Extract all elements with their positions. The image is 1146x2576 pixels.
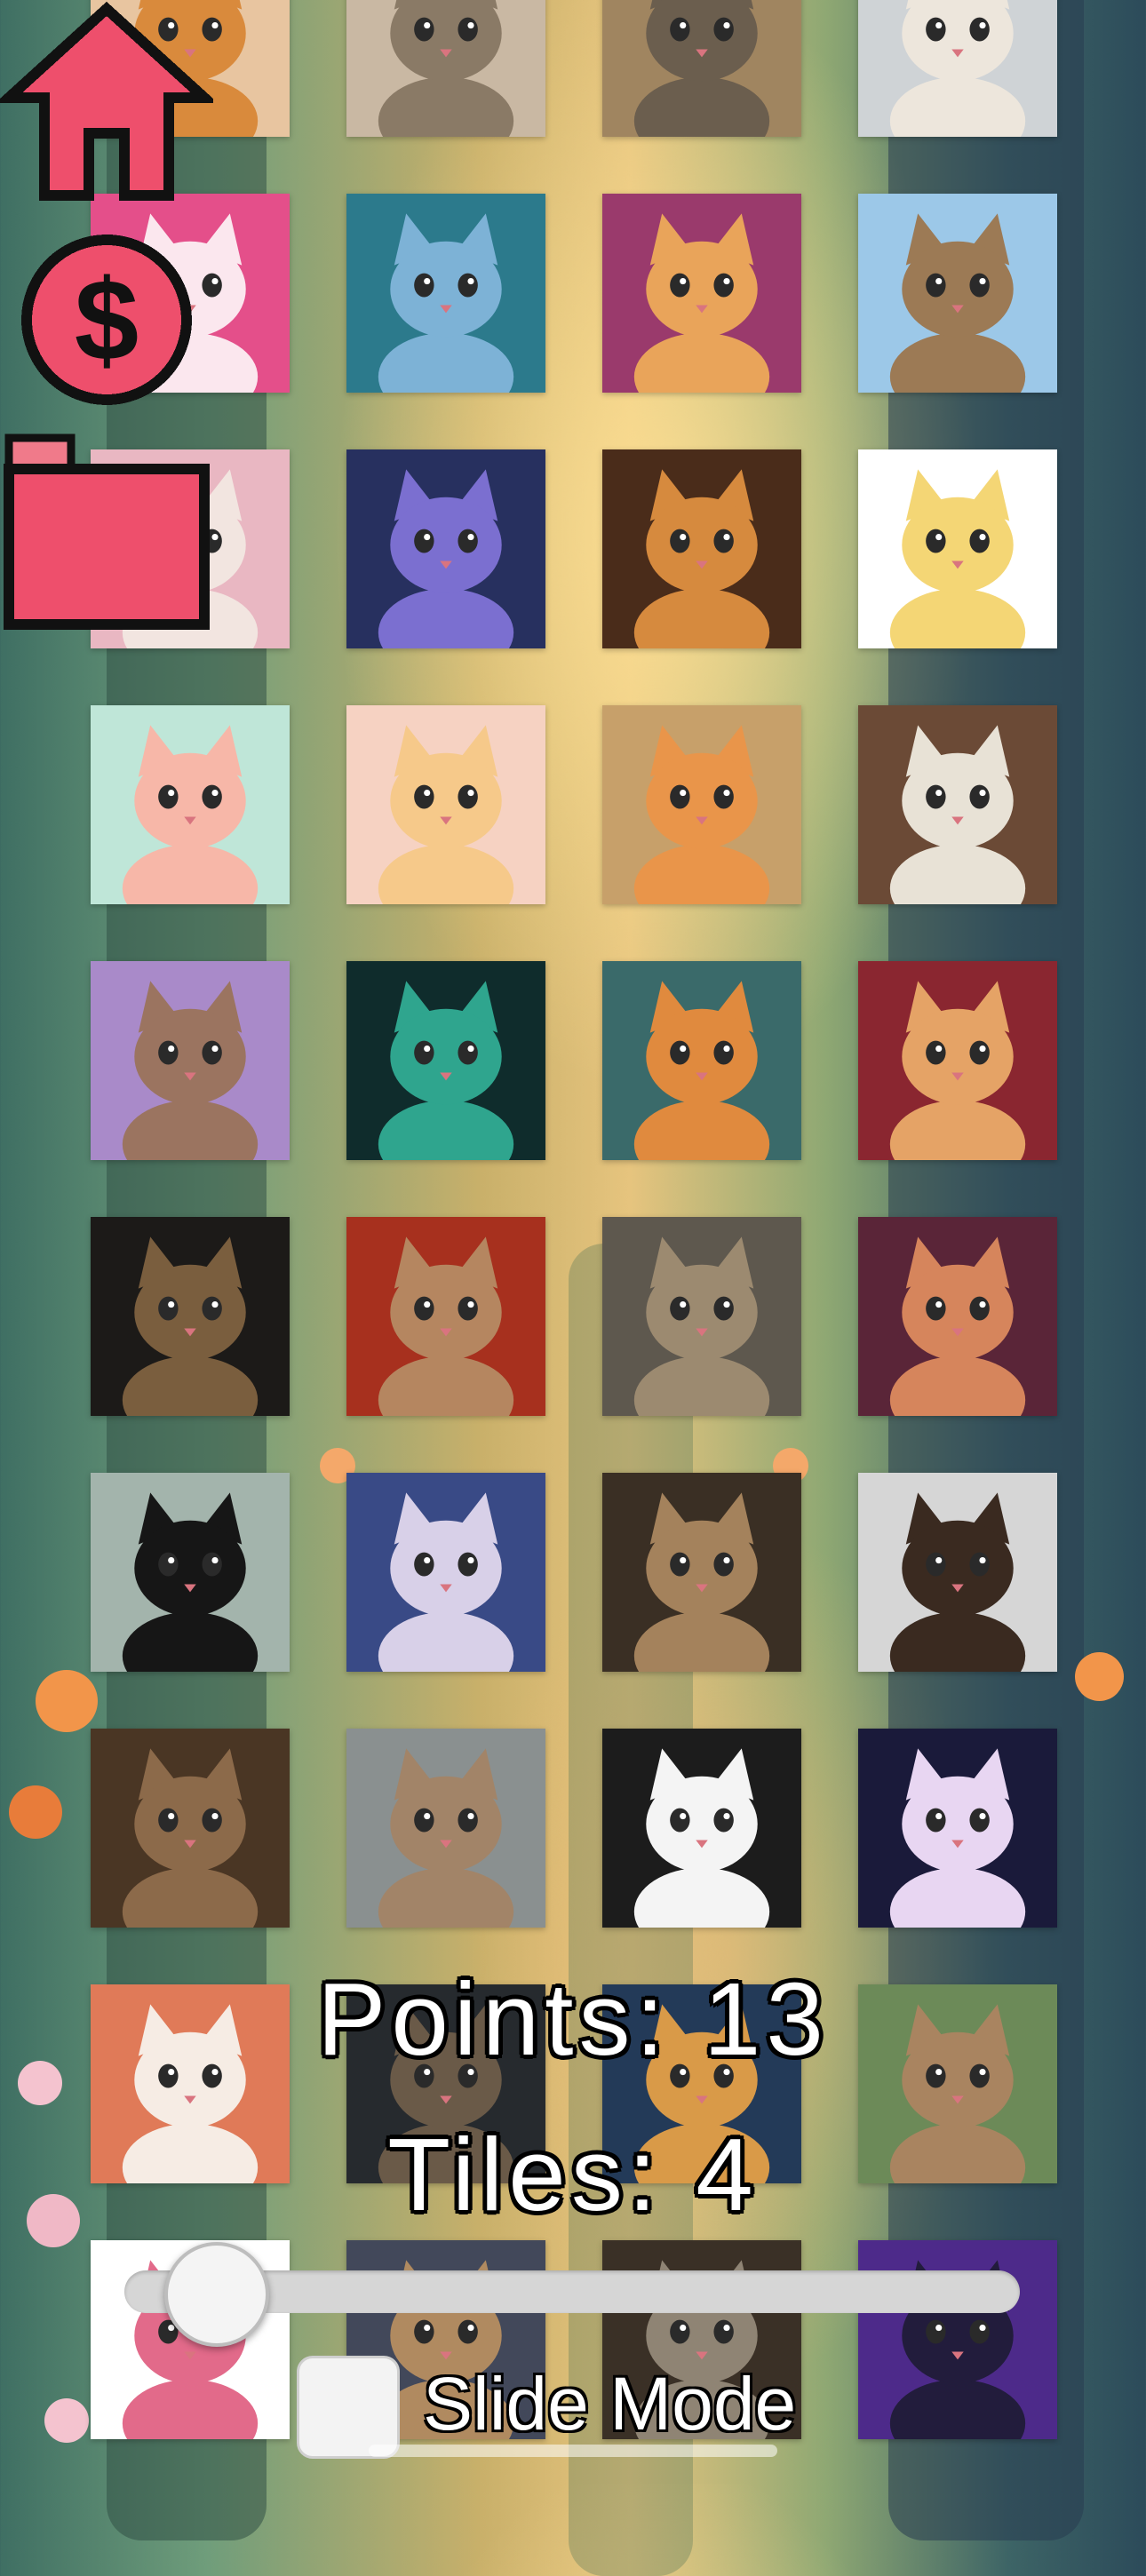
slide-mode-checkbox[interactable] xyxy=(297,2356,400,2459)
tile-tuxedo-cat[interactable] xyxy=(602,1729,801,1928)
tile-cafe-cats[interactable] xyxy=(858,705,1057,904)
tile-rainbow-light-cat[interactable] xyxy=(858,1729,1057,1928)
tile-pixel-cat-couch[interactable] xyxy=(602,194,801,393)
home-indicator xyxy=(369,2445,777,2457)
tile-watermelon-cat[interactable] xyxy=(91,705,290,904)
cat-portrait-icon xyxy=(889,981,1026,1160)
tile-window-cat[interactable] xyxy=(346,1729,545,1928)
tile-galaxy-cat[interactable] xyxy=(346,449,545,648)
cat-portrait-icon xyxy=(378,0,514,137)
tile-pastel-tabby[interactable] xyxy=(91,961,290,1160)
cat-portrait-icon xyxy=(633,469,770,648)
cat-portrait-icon xyxy=(378,725,514,904)
tile-jungle-cat[interactable] xyxy=(602,961,801,1160)
tile-peach-cat[interactable] xyxy=(346,705,545,904)
cat-portrait-icon xyxy=(633,1236,770,1416)
cat-portrait-icon xyxy=(378,981,514,1160)
cat-portrait-icon xyxy=(633,981,770,1160)
dollar-coin-icon[interactable]: $ xyxy=(18,231,195,409)
svg-text:$: $ xyxy=(75,255,139,385)
tile-pixel-cat-grass[interactable] xyxy=(858,194,1057,393)
tile-fruit-market-cat[interactable] xyxy=(602,705,801,904)
tile-flower-crown-cat[interactable] xyxy=(602,1217,801,1416)
tile-forest-blue-cat[interactable] xyxy=(346,194,545,393)
tile-neon-cat[interactable] xyxy=(858,1217,1057,1416)
slider-thumb[interactable] xyxy=(163,2242,269,2347)
tile-matrix-cat[interactable] xyxy=(346,961,545,1160)
cat-portrait-icon xyxy=(378,1236,514,1416)
cat-portrait-icon xyxy=(122,725,259,904)
tiles-counter: Tiles: 4 xyxy=(387,2117,759,2232)
cat-portrait-icon xyxy=(889,213,1026,393)
tile-black-cat[interactable] xyxy=(91,1473,290,1672)
cat-portrait-icon xyxy=(378,469,514,648)
tile-cat-library[interactable] xyxy=(602,449,801,648)
cat-portrait-icon xyxy=(378,213,514,393)
tile-round-brown-cat[interactable] xyxy=(602,1473,801,1672)
tile-burger-cat[interactable] xyxy=(858,961,1057,1160)
tile-cat-laptop[interactable] xyxy=(858,0,1057,137)
cat-portrait-icon xyxy=(633,213,770,393)
cat-portrait-icon xyxy=(122,1492,259,1672)
tile-cat-red-wall[interactable] xyxy=(346,1217,545,1416)
cat-portrait-icon xyxy=(633,1492,770,1672)
tile-sunglasses-cat[interactable] xyxy=(346,1473,545,1672)
cat-portrait-icon xyxy=(633,1748,770,1928)
tile-fluffy-tabby[interactable] xyxy=(91,1729,290,1928)
cat-portrait-icon xyxy=(889,469,1026,648)
cat-portrait-icon xyxy=(378,1492,514,1672)
cat-portrait-icon xyxy=(889,1748,1026,1928)
cat-portrait-icon xyxy=(122,1236,259,1416)
slide-mode-label: Slide Mode xyxy=(423,2362,797,2445)
cat-portrait-icon xyxy=(378,1748,514,1928)
tile-wizard-cat[interactable] xyxy=(91,1217,290,1416)
cat-portrait-icon xyxy=(889,1236,1026,1416)
cat-portrait-icon xyxy=(889,0,1026,137)
cat-portrait-icon xyxy=(889,1492,1026,1672)
cat-portrait-icon xyxy=(633,0,770,137)
cat-portrait-icon xyxy=(122,1748,259,1928)
cat-portrait-icon xyxy=(889,725,1026,904)
home-icon[interactable] xyxy=(0,0,213,213)
points-counter: Points: 13 xyxy=(317,1961,829,2077)
cat-portrait-icon xyxy=(633,725,770,904)
tile-cat-rubiks-cube[interactable] xyxy=(602,0,801,137)
tile-cat-in-bed[interactable] xyxy=(346,0,545,137)
tile-calico-cat[interactable] xyxy=(858,1473,1057,1672)
tile-melon-cat[interactable] xyxy=(858,449,1057,648)
cat-portrait-icon xyxy=(122,981,259,1160)
folder-icon[interactable] xyxy=(0,425,213,638)
